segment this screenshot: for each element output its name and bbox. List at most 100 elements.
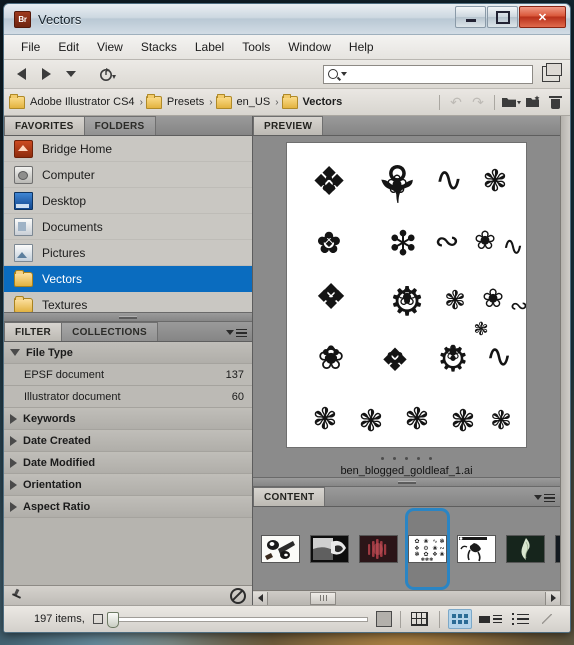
thumbnail-size-slider[interactable] [106,611,368,628]
filter-group-date-created[interactable]: Date Created [4,430,252,452]
thumb-art-6 [507,536,544,562]
scrollbar-thumb[interactable] [310,591,336,605]
svg-text:❀: ❀ [423,538,428,545]
thumbnail-view-button[interactable] [447,609,472,629]
favorite-item-textures[interactable]: Textures [4,292,252,312]
svg-text:✿: ✿ [322,342,340,367]
thumbnail-item-7[interactable] [555,511,560,587]
status-bar: 197 items, [4,605,570,632]
rotate-clockwise-icon[interactable]: ↷ [468,93,488,111]
filter-group-keywords[interactable]: Keywords [4,408,252,430]
breadcrumb-item-1[interactable]: Presets [167,96,204,108]
filter-group-file-type[interactable]: File Type [4,342,252,364]
filter-group-orientation[interactable]: Orientation [4,474,252,496]
preview-body: ❖ ✿ ⚘ ❀ ∿ ❃ ✿ ❖ ❇ ∾ ❀ ∿ ❖ ✿ ⚙ ❀ ❃ ❀ ❀ ✿ … [253,136,560,477]
favorite-item-pictures[interactable]: Pictures [4,240,252,266]
breadcrumb-separator-2: › [275,96,279,108]
pictures-icon [14,243,33,262]
window-title: Vectors [38,11,82,27]
menu-label[interactable]: Label [186,37,233,57]
window-switcher-icon[interactable] [542,63,562,82]
grid-lock-view-button[interactable] [409,610,431,628]
details-view-button[interactable] [479,610,503,628]
clear-filter-icon[interactable] [230,587,246,604]
menu-edit[interactable]: Edit [49,37,88,57]
breadcrumb: Adobe Illustrator CS4 › Presets › en_US … [4,89,570,116]
favorite-label-2: Desktop [42,193,87,208]
breadcrumb-item-3[interactable]: Vectors [303,96,343,108]
menu-window[interactable]: Window [279,37,340,57]
filter-group-date-modified[interactable]: Date Modified [4,452,252,474]
content-horizontal-scrollbar[interactable] [253,590,560,605]
panel-divider-handle[interactable] [4,312,252,322]
title-bar: Br Vectors ✕ [4,4,570,35]
svg-text:❃: ❃ [439,538,444,545]
recent-folders-icon[interactable] [97,64,119,84]
svg-text:∾: ∾ [434,224,459,259]
tab-favorites[interactable]: FAVORITES [4,116,85,135]
triangle-right-icon [10,479,17,490]
chevron-down-icon[interactable] [60,64,82,84]
svg-text:❀: ❀ [386,170,408,200]
keep-filter-pin-icon[interactable] [10,589,23,602]
open-folder-icon[interactable] [501,93,521,111]
rotate-counterclockwise-icon[interactable]: ↶ [446,93,466,111]
menu-file[interactable]: File [12,37,49,57]
menu-stacks[interactable]: Stacks [132,37,186,57]
trash-icon[interactable] [545,93,565,111]
filter-item-count-0: 137 [225,368,244,381]
filter-item-label-1: Illustrator document [24,390,121,403]
item-count-label: 197 items, [34,613,85,625]
small-thumbnail-icon[interactable] [92,614,103,624]
svg-text:∿: ∿ [502,232,524,262]
tab-preview[interactable]: PREVIEW [253,116,324,135]
filter-panel-menu-button[interactable] [226,328,247,337]
breadcrumb-item-0[interactable]: Adobe Illustrator CS4 [30,96,135,108]
tab-content[interactable]: CONTENT [253,487,326,506]
forward-arrow-icon[interactable] [35,64,57,84]
thumbnail-item-6[interactable] [506,511,545,587]
navigation-toolbar [4,60,570,89]
scroll-right-arrow[interactable] [545,591,560,605]
thumbnail-item-4[interactable]: ✿ ❀ ∿ ❃ ❖ ⚙ ❀ ∾ ❃ ✿ ❖ ❀ ❃❃❃ [408,511,447,587]
tab-filter[interactable]: FILTER [4,322,63,341]
menu-view[interactable]: View [88,37,132,57]
content-panel-menu-button[interactable] [534,493,555,502]
window-resize-grip[interactable] [541,614,552,624]
thumbnail-item-2[interactable] [310,511,349,587]
preview-content-divider-handle[interactable] [253,477,560,487]
thumbnail-item-1[interactable] [261,511,300,587]
thumbnail-preview-4: ✿ ❀ ∿ ❃ ❖ ⚙ ❀ ∾ ❃ ✿ ❖ ❀ ❃❃❃ [408,535,447,563]
breadcrumb-item-2[interactable]: en_US [237,96,271,108]
tab-folders[interactable]: FOLDERS [83,116,156,135]
triangle-right-icon [10,413,17,424]
favorite-item-bridge-home[interactable]: Bridge Home [4,136,252,162]
favorite-item-vectors[interactable]: Vectors [4,266,252,292]
maximize-button[interactable] [487,6,518,28]
large-thumbnail-icon[interactable] [375,611,392,627]
scroll-left-arrow[interactable] [253,591,268,605]
thumbnail-item-3[interactable] [359,511,398,587]
menu-help[interactable]: Help [340,37,383,57]
menu-tools[interactable]: Tools [233,37,279,57]
favorite-item-computer[interactable]: Computer [4,162,252,188]
favorite-item-documents[interactable]: Documents [4,214,252,240]
preview-image[interactable]: ❖ ✿ ⚘ ❀ ∿ ❃ ✿ ❖ ❇ ∾ ❀ ∿ ❖ ✿ ⚙ ❀ ❃ ❀ ❀ ✿ … [286,142,527,449]
search-dropdown-icon[interactable] [341,72,347,76]
search-input[interactable] [323,64,533,84]
favorite-item-desktop[interactable]: Desktop [4,188,252,214]
thumbnail-item-5[interactable] [457,511,496,587]
filter-group-aspect-ratio[interactable]: Aspect Ratio [4,496,252,518]
slider-thumb[interactable] [106,611,119,628]
hamburger-icon [236,328,247,337]
favorite-label-4: Pictures [42,245,86,260]
back-arrow-icon[interactable] [10,64,32,84]
filter-item-illustrator-document[interactable]: Illustrator document 60 [4,386,252,408]
minimize-button[interactable] [455,6,486,28]
new-folder-icon[interactable] [523,93,543,111]
filter-item-epsf-document[interactable]: EPSF document 137 [4,364,252,386]
list-view-button[interactable] [510,610,532,628]
close-button[interactable]: ✕ [519,6,566,28]
tab-collections[interactable]: COLLECTIONS [61,322,159,341]
svg-text:❃: ❃ [404,402,429,437]
